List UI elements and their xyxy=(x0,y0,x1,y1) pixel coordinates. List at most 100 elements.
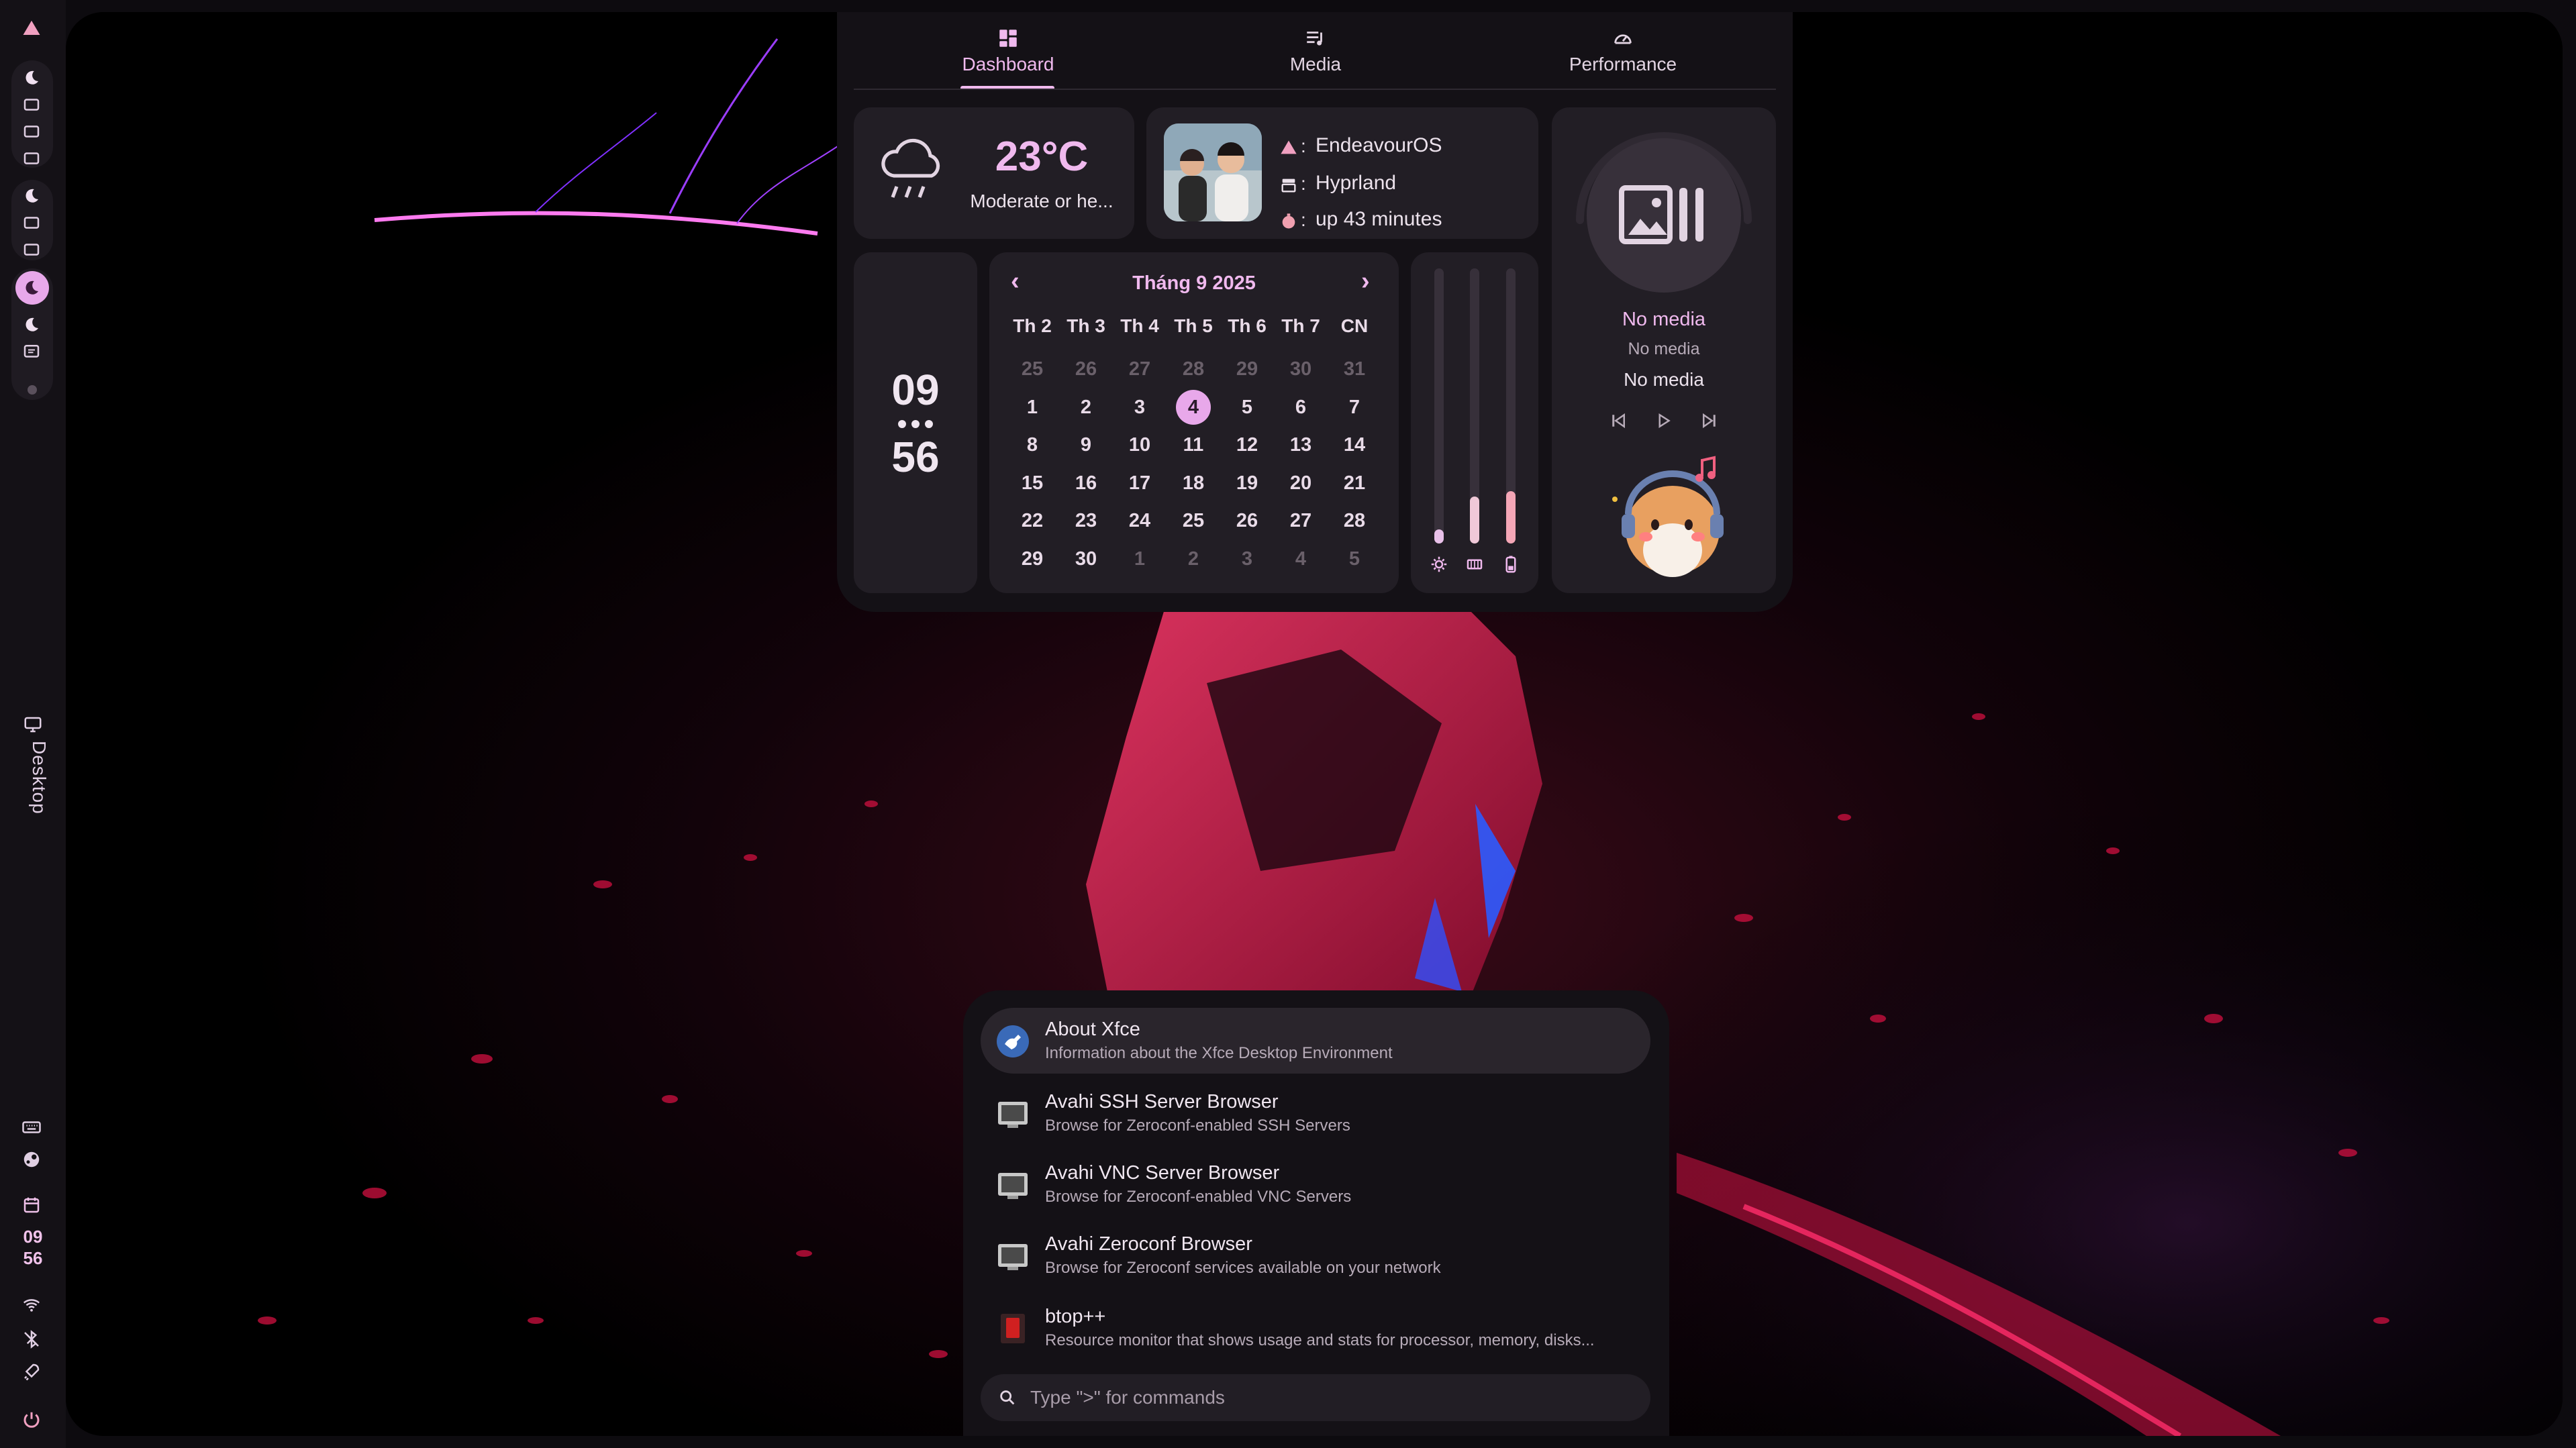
calendar-day[interactable]: 1 xyxy=(1118,546,1162,572)
window-icon[interactable] xyxy=(18,145,45,172)
calendar-day[interactable]: 17 xyxy=(1118,470,1162,497)
image-pause-icon xyxy=(1619,185,1703,244)
launcher-search-box[interactable] xyxy=(981,1374,1650,1421)
battery-slider[interactable] xyxy=(1506,268,1516,544)
keyboard-icon[interactable] xyxy=(18,1114,45,1141)
previous-track-icon[interactable] xyxy=(1608,411,1628,431)
uptime: up 43 minutes xyxy=(1316,208,1442,230)
left-sidebar: Desktop 09 56 xyxy=(0,0,66,1448)
calendar-day[interactable]: 12 xyxy=(1225,431,1269,458)
launcher-item[interactable]: Avahi Zeroconf Browser Browse for Zerocon… xyxy=(981,1223,1650,1288)
launcher-item[interactable]: btop++ Resource monitor that shows usage … xyxy=(981,1295,1650,1361)
tab-performance[interactable]: Performance xyxy=(1522,13,1724,86)
calendar-day[interactable]: 3 xyxy=(1225,546,1269,572)
system-info-card: : EndeavourOS : Hyprland : up 43 minutes xyxy=(1146,107,1538,239)
calendar-day[interactable]: 15 xyxy=(1010,470,1054,497)
calendar-day[interactable]: 14 xyxy=(1332,431,1377,458)
clock-hour: 09 xyxy=(891,366,940,414)
calendar-day[interactable]: 8 xyxy=(1010,431,1054,458)
media-album: No media xyxy=(1624,369,1704,390)
calendar-day[interactable]: 22 xyxy=(1010,507,1054,534)
calendar-day[interactable]: 26 xyxy=(1064,356,1108,382)
calendar-day[interactable]: 20 xyxy=(1279,470,1323,497)
workspace-name: Desktop xyxy=(29,741,50,815)
calendar-day[interactable]: 5 xyxy=(1332,546,1377,572)
calendar-next-button[interactable]: › xyxy=(1361,267,1370,296)
tab-media[interactable]: Media xyxy=(1215,13,1416,86)
endeavouros-logo-icon[interactable] xyxy=(18,15,45,42)
calendar-day[interactable]: 31 xyxy=(1332,356,1377,382)
tab-dashboard[interactable]: Dashboard xyxy=(907,13,1109,86)
window-manager-icon xyxy=(1281,178,1296,193)
calendar-day[interactable]: 11 xyxy=(1171,431,1216,458)
window-icon[interactable] xyxy=(18,236,45,263)
calendar-icon[interactable] xyxy=(18,1192,45,1219)
endeavouros-icon xyxy=(1281,140,1297,154)
calendar-day[interactable]: 25 xyxy=(1171,507,1216,534)
calendar-day[interactable]: 18 xyxy=(1171,470,1216,497)
calendar-day[interactable]: 1 xyxy=(1010,394,1054,421)
calendar-day[interactable]: 2 xyxy=(1064,394,1108,421)
calendar-day[interactable]: 29 xyxy=(1010,546,1054,572)
calendar-day-today[interactable]: 4 xyxy=(1176,389,1211,425)
calendar-day[interactable]: 4 xyxy=(1279,546,1323,572)
calendar-day[interactable]: 24 xyxy=(1118,507,1162,534)
calendar-day[interactable]: 3 xyxy=(1118,394,1162,421)
launcher-item-name: Avahi SSH Server Browser xyxy=(1045,1091,1279,1113)
media-title: No media xyxy=(1622,309,1706,330)
calendar-day[interactable]: 2 xyxy=(1171,546,1216,572)
launcher-search-input[interactable] xyxy=(1030,1374,1634,1421)
memory-slider-fill xyxy=(1470,497,1479,544)
play-icon[interactable] xyxy=(1654,411,1674,431)
power-icon[interactable] xyxy=(18,1406,45,1433)
calendar-day[interactable]: 23 xyxy=(1064,507,1108,534)
calendar-day[interactable]: 27 xyxy=(1118,356,1162,382)
calendar-day[interactable]: 30 xyxy=(1064,546,1108,572)
calendar-day[interactable]: 7 xyxy=(1332,394,1377,421)
launcher-item[interactable]: Avahi SSH Server Browser Browse for Zeroc… xyxy=(981,1080,1650,1146)
rain-cloud-icon xyxy=(881,138,940,198)
window-icon[interactable] xyxy=(18,118,45,145)
calendar-day[interactable]: 25 xyxy=(1010,356,1054,382)
calendar-day[interactable]: 16 xyxy=(1064,470,1108,497)
workspace-dot[interactable] xyxy=(28,385,37,395)
launcher-item[interactable]: Avahi VNC Server Browser Browse for Zeroc… xyxy=(981,1151,1650,1217)
tab-label: Dashboard xyxy=(962,54,1054,74)
calendar-day[interactable]: 28 xyxy=(1171,356,1216,382)
steam-icon[interactable] xyxy=(18,1146,45,1173)
calendar-day[interactable]: 9 xyxy=(1064,431,1108,458)
tab-label: Performance xyxy=(1569,54,1677,74)
info-separator: : xyxy=(1301,173,1306,194)
launcher-item[interactable]: About Xfce Information about the Xfce Des… xyxy=(981,1008,1650,1074)
calendar-day[interactable]: 19 xyxy=(1225,470,1269,497)
calendar-day[interactable]: 21 xyxy=(1332,470,1377,497)
calendar-day[interactable]: 26 xyxy=(1225,507,1269,534)
moon-icon[interactable] xyxy=(18,311,45,338)
weekday-header: Th 5 xyxy=(1174,315,1213,336)
window-icon[interactable] xyxy=(18,91,45,118)
chat-icon[interactable] xyxy=(18,338,45,365)
rocket-icon[interactable] xyxy=(18,1358,45,1385)
calendar-day[interactable]: 27 xyxy=(1279,507,1323,534)
brightness-icon xyxy=(1431,556,1447,572)
bluetooth-off-icon[interactable] xyxy=(18,1326,45,1353)
weather-card: 23°C Moderate or he... xyxy=(854,107,1134,239)
calendar-day[interactable]: 29 xyxy=(1225,356,1269,382)
moon-icon[interactable] xyxy=(18,183,45,209)
calendar-day[interactable]: 6 xyxy=(1279,394,1323,421)
calendar-day[interactable]: 5 xyxy=(1225,394,1269,421)
calendar-prev-button[interactable]: ‹ xyxy=(1011,267,1020,296)
window-icon[interactable] xyxy=(18,209,45,236)
memory-slider[interactable] xyxy=(1470,268,1479,544)
moon-icon[interactable] xyxy=(18,64,45,91)
calendar-day[interactable]: 30 xyxy=(1279,356,1323,382)
wifi-icon[interactable] xyxy=(18,1291,45,1318)
moon-icon[interactable] xyxy=(18,274,45,301)
calendar-day[interactable]: 10 xyxy=(1118,431,1162,458)
brightness-slider[interactable] xyxy=(1434,268,1444,544)
launcher-item-description: Browse for Zeroconf-enabled SSH Servers xyxy=(1045,1117,1350,1135)
launcher-item-name: Avahi Zeroconf Browser xyxy=(1045,1233,1252,1255)
calendar-day[interactable]: 28 xyxy=(1332,507,1377,534)
calendar-day[interactable]: 13 xyxy=(1279,431,1323,458)
next-track-icon[interactable] xyxy=(1699,411,1720,431)
